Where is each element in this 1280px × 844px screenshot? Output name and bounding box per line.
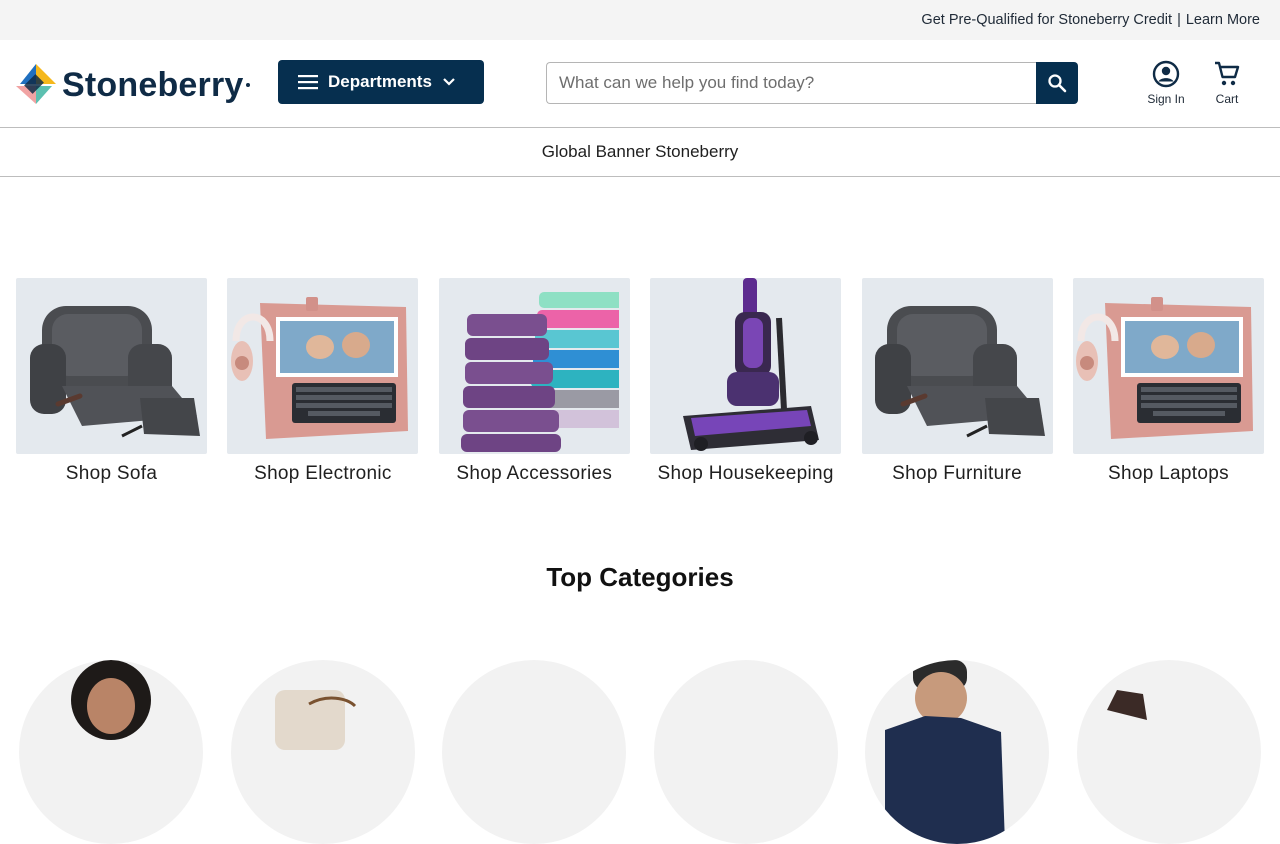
shop-tile-accessories[interactable]: Shop Accessories: [438, 278, 630, 486]
recliner-image: [861, 278, 1053, 454]
global-banner[interactable]: Global Banner Stoneberry: [0, 128, 1280, 177]
departments-label: Departments: [328, 72, 432, 91]
category-circle-6[interactable]: [1076, 660, 1261, 844]
shop-tile-label: Shop Accessories: [456, 463, 613, 484]
sign-in-button[interactable]: Sign In: [1144, 60, 1188, 106]
shop-tile-furniture[interactable]: Shop Furniture: [861, 278, 1053, 486]
vacuum-image: [650, 278, 842, 454]
stoneberry-logo[interactable]: Stoneberry: [16, 64, 250, 106]
category-circle-4[interactable]: [653, 660, 838, 844]
logo-mark-icon: [16, 64, 56, 104]
shop-tile-label: Shop Housekeeping: [657, 463, 834, 484]
shop-tile-housekeeping[interactable]: Shop Housekeeping: [650, 278, 842, 486]
recliner-image: [16, 278, 207, 454]
cart-icon: [1215, 61, 1240, 86]
search-icon: [1048, 74, 1067, 93]
towel-stack-image: [438, 278, 630, 454]
promo-bar: Get Pre-Qualified for Stoneberry Credit …: [0, 0, 1280, 40]
tablet-keyboard-image: [227, 278, 419, 454]
chevron-down-icon: [443, 78, 455, 86]
cart-button[interactable]: Cart: [1206, 60, 1248, 106]
search-input[interactable]: [546, 62, 1036, 104]
category-circle-women[interactable]: [19, 660, 203, 844]
search-bar: [546, 62, 1078, 104]
shop-tile-label: Shop Furniture: [892, 463, 1022, 484]
shop-tile-label: Shop Electronic: [254, 463, 392, 484]
shop-tile-sofa[interactable]: Shop Sofa: [16, 278, 207, 486]
search-button[interactable]: [1036, 62, 1078, 104]
promo-separator: |: [1177, 12, 1181, 28]
site-header: Stoneberry Departments Sign In: [0, 40, 1280, 128]
shop-tile-laptops[interactable]: Shop Laptops: [1072, 278, 1264, 486]
category-circle-3[interactable]: [442, 660, 627, 844]
learn-more-link[interactable]: Learn More: [1186, 12, 1260, 28]
category-circle-shoes[interactable]: [230, 660, 415, 844]
logo-dot: [245, 83, 250, 87]
category-circle-men[interactable]: [865, 660, 1050, 844]
account-icon: [1152, 60, 1180, 88]
credit-link[interactable]: Get Pre-Qualified for Stoneberry Credit: [921, 12, 1172, 28]
logo-text: Stoneberry: [62, 66, 244, 104]
shop-tile-label: Shop Laptops: [1108, 463, 1229, 484]
top-categories-list: [19, 660, 1261, 844]
cart-label: Cart: [1215, 92, 1239, 106]
tablet-keyboard-image: [1072, 278, 1264, 454]
shop-tile-electronic[interactable]: Shop Electronic: [227, 278, 419, 486]
shop-tiles: Shop Sofa Shop Electronic Shop Accessori…: [16, 278, 1264, 486]
sign-in-label: Sign In: [1147, 92, 1185, 106]
shop-tile-label: Shop Sofa: [65, 463, 158, 484]
top-categories-heading: Top Categories: [546, 562, 734, 592]
departments-button[interactable]: Departments: [278, 60, 484, 104]
hamburger-menu-icon: [298, 75, 318, 90]
